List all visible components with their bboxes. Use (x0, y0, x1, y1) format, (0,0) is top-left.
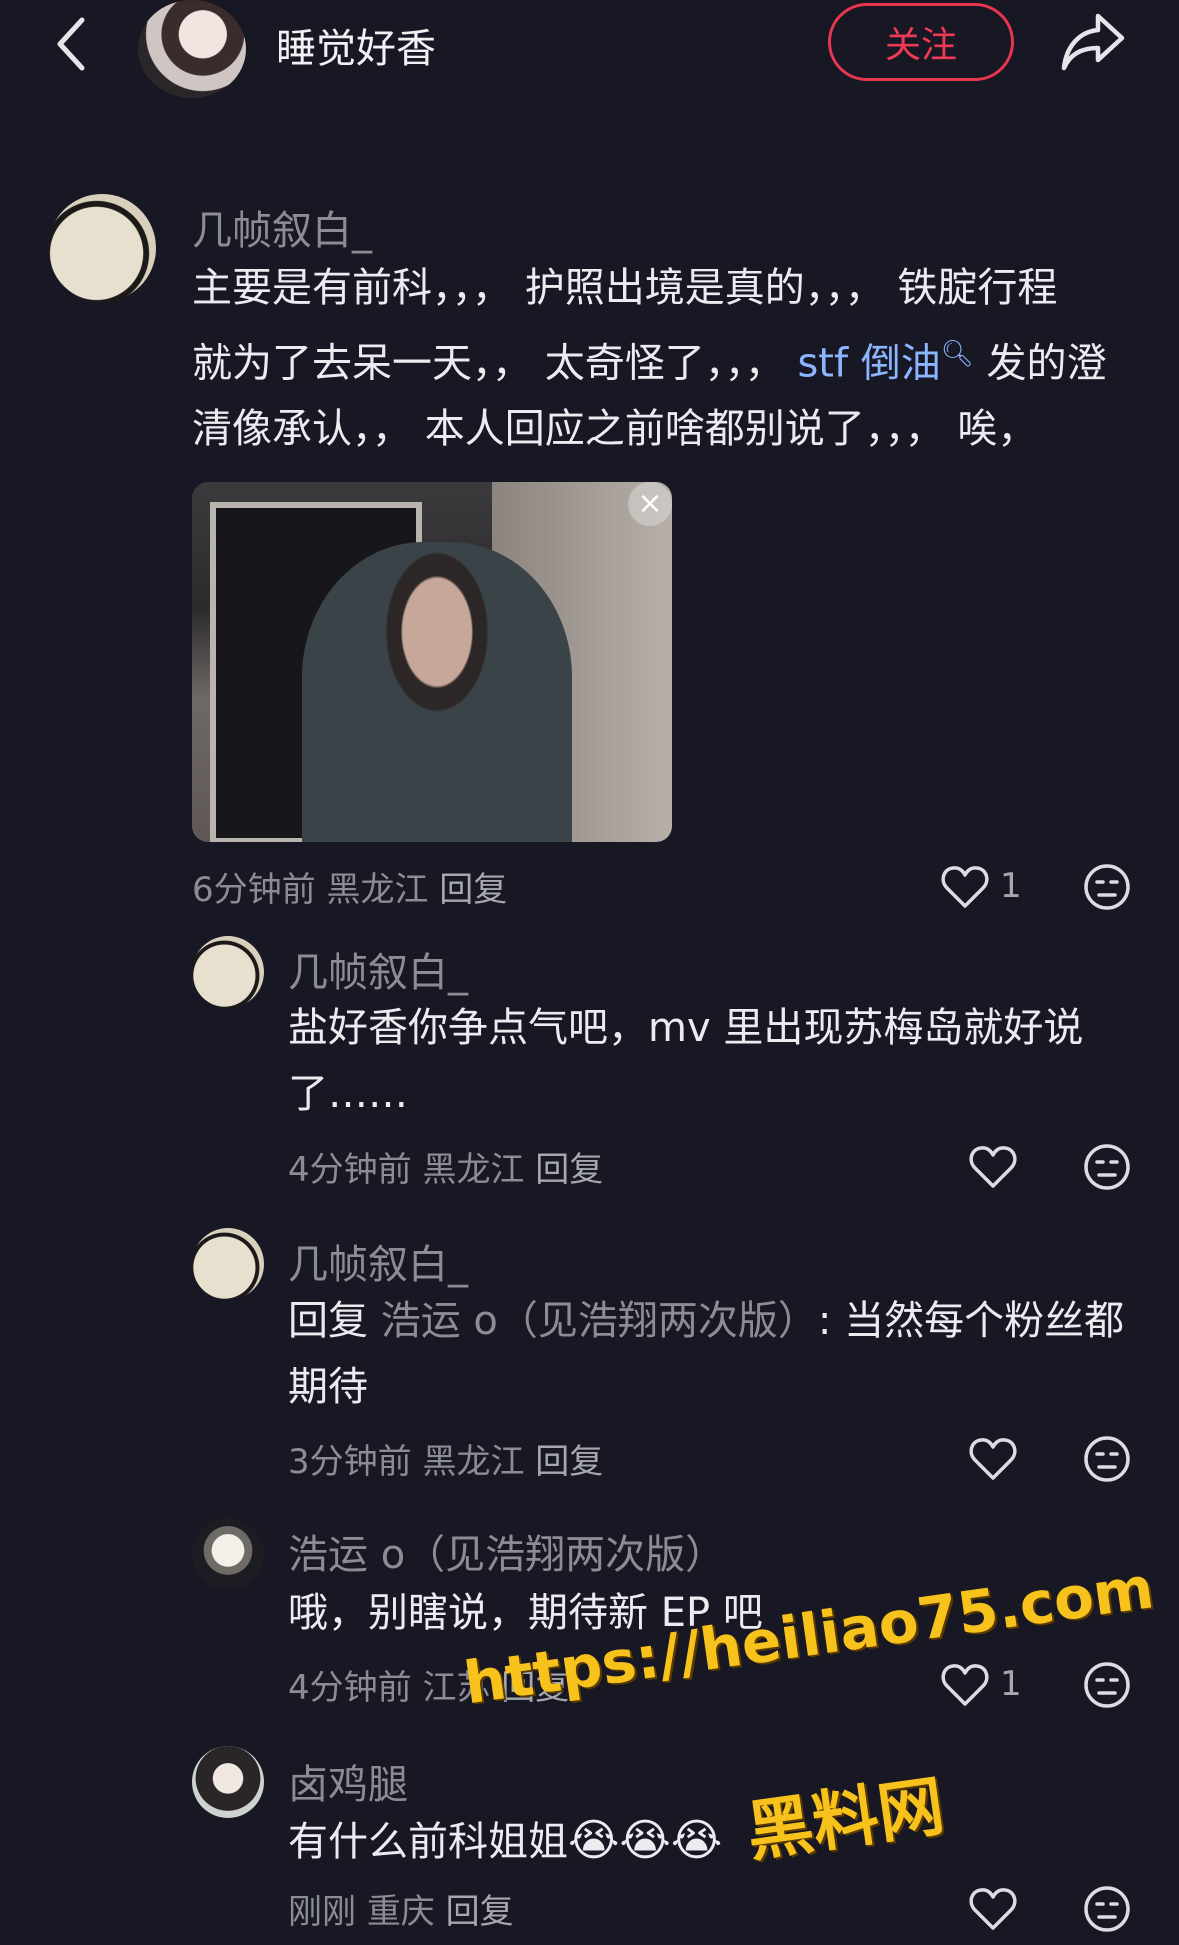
comment-line: 就为了去呆一天，， 太奇怪了，，， stf 倒油🔍︎ 发的澄 (192, 321, 1107, 396)
neutral-face-icon[interactable] (1082, 1884, 1132, 1934)
share-icon[interactable] (1058, 10, 1128, 74)
commenter-name[interactable]: 几帧叙白_ (288, 940, 468, 998)
commenter-name[interactable]: 卤鸡腿 (288, 1752, 408, 1810)
reply-to-user[interactable]: 浩运 o（见浩翔两次版） (381, 1298, 818, 1344)
like-count: 1 (1000, 1664, 1022, 1704)
reply-button[interactable]: 回复 (535, 1442, 603, 1482)
comment-line-text: 就为了去呆一天，， 太奇怪了，，， (192, 340, 785, 387)
reply-button[interactable]: 回复 (446, 1892, 514, 1932)
commenter-name[interactable]: 几帧叙白_ (288, 1232, 468, 1290)
heart-icon[interactable] (968, 1884, 1018, 1934)
comment-line: 主要是有前科，，， 护照出境是真的，，， 铁腚行程 (192, 265, 1058, 311)
comment-location: 黑龙江 (422, 1150, 525, 1190)
author-username[interactable]: 睡觉好香 (276, 16, 436, 74)
reply-button[interactable]: 回复 (535, 1150, 603, 1190)
commenter-name[interactable]: 几帧叙白_ (192, 198, 372, 256)
heart-icon[interactable] (940, 862, 990, 912)
comment-meta: 3分钟前 黑龙江 回复 (288, 1434, 603, 1483)
commenter-avatar[interactable] (192, 936, 264, 1008)
heart-icon[interactable] (940, 1660, 990, 1710)
like-count: 1 (1000, 866, 1022, 906)
comment-location: 重庆 (366, 1892, 435, 1932)
comment-text: 回复 浩运 o（见浩翔两次版）: 当然每个粉丝都 期待 (288, 1288, 1124, 1420)
comment-time: 3分钟前 (288, 1442, 412, 1482)
comment-line: 盐好香你争点气吧，mv 里出现苏梅岛就好说 (288, 1005, 1084, 1051)
commenter-avatar[interactable] (192, 1228, 264, 1300)
neutral-face-icon[interactable] (1082, 1142, 1132, 1192)
heart-icon[interactable] (968, 1434, 1018, 1484)
reply-prefix: 回复 (288, 1298, 381, 1344)
crying-emoji-icon: 😭😭😭 (568, 1815, 723, 1866)
reply-text: : 当然每个粉丝都 (817, 1298, 1125, 1344)
image-person (302, 542, 572, 842)
comment-text: 盐好香你争点气吧，mv 里出现苏梅岛就好说 了…… (288, 995, 1083, 1127)
watermark-site: 黑料网 (742, 1767, 949, 1872)
close-icon: × (628, 482, 672, 526)
neutral-face-icon[interactable] (1082, 1660, 1132, 1710)
commenter-name[interactable]: 浩运 o（见浩翔两次版） (288, 1522, 725, 1580)
comment-line: 清像承认，， 本人回应之前啥都别说了，，， 唉， (192, 406, 1038, 453)
comment-location: 黑龙江 (326, 870, 429, 910)
commenter-avatar[interactable] (192, 1518, 264, 1590)
neutral-face-icon[interactable] (1082, 862, 1132, 912)
commenter-avatar[interactable] (192, 1746, 264, 1818)
comment-text: 主要是有前科，，， 护照出境是真的，，， 铁腚行程 就为了去呆一天，， 太奇怪了… (192, 255, 1107, 462)
search-link[interactable]: stf 倒油 (797, 340, 940, 386)
comment-time: 4分钟前 (288, 1668, 412, 1708)
comment-body: 有什么前科姐姐 (288, 1819, 568, 1865)
comment-meta: 6分钟前 黑龙江 回复 (192, 862, 507, 911)
comment-text: 有什么前科姐姐😭😭😭 (288, 1808, 722, 1875)
comment-meta: 4分钟前 黑龙江 回复 (288, 1142, 603, 1191)
reply-button[interactable]: 回复 (439, 870, 507, 910)
comment-time: 刚刚 (288, 1892, 356, 1932)
search-icon[interactable]: 🔍︎ (941, 339, 974, 369)
comment-time: 6分钟前 (192, 870, 316, 910)
neutral-face-icon[interactable] (1082, 1434, 1132, 1484)
comment-meta: 刚刚 重庆 回复 (288, 1884, 514, 1933)
back-icon[interactable] (50, 14, 94, 74)
comment-line: 了…… (288, 1071, 408, 1117)
heart-icon[interactable] (968, 1142, 1018, 1192)
comment-line: 回复 浩运 o（见浩翔两次版）: 当然每个粉丝都 (288, 1288, 1124, 1354)
comment-line-tail: 发的澄 (973, 340, 1107, 387)
commenter-avatar[interactable] (48, 194, 156, 302)
comment-time: 4分钟前 (288, 1150, 412, 1190)
follow-button[interactable]: 关注 (828, 3, 1014, 81)
comment-image[interactable]: × (192, 482, 672, 842)
comment-line: 期待 (288, 1364, 368, 1410)
author-avatar[interactable] (138, 0, 246, 98)
comment-location: 黑龙江 (422, 1442, 525, 1482)
